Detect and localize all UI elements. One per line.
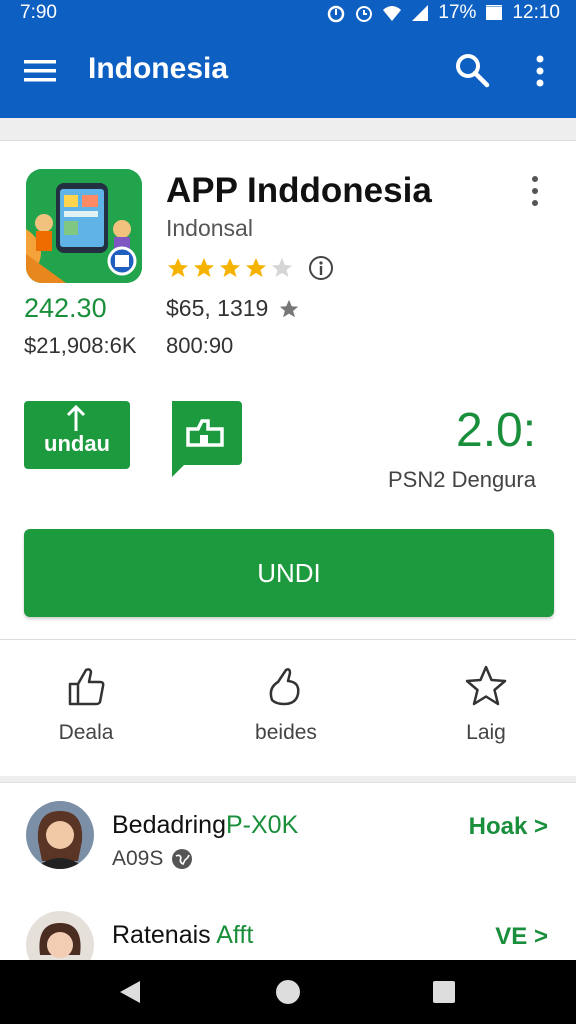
- list-item-title: Ratenais Afft: [112, 921, 253, 950]
- status-time-left: 7:90: [20, 2, 57, 23]
- battery-icon: [486, 5, 503, 20]
- list-item-action[interactable]: Hoak >: [469, 813, 548, 841]
- list-item-sub: A09S: [112, 847, 193, 871]
- list-item-title: BedadringP-X0K: [112, 811, 298, 840]
- avatar: [26, 911, 94, 960]
- rating-stars: [166, 253, 334, 283]
- app-card: APP Inddonesia Indonsal 242.30 $65, 1319…: [0, 140, 576, 640]
- status-bar: 7:90 17% 12:10: [0, 0, 576, 26]
- system-nav-bar: [0, 960, 576, 1024]
- back-icon[interactable]: [116, 978, 144, 1006]
- action-label: beides: [255, 721, 317, 744]
- wifi-icon: [383, 6, 402, 21]
- app-icon[interactable]: [26, 169, 142, 283]
- card-more-icon[interactable]: [526, 175, 544, 207]
- globe-icon: [172, 849, 193, 869]
- price-mid-text: $65, 1319: [166, 295, 269, 321]
- status-time: 12:10: [512, 2, 560, 23]
- more-vert-icon[interactable]: [528, 54, 552, 88]
- sub-mid-text: 800:90: [166, 333, 234, 358]
- action-deala[interactable]: Deala: [26, 664, 146, 745]
- list-item-action[interactable]: VE >: [495, 923, 548, 951]
- avatar: [26, 801, 94, 869]
- list-title-plain: Ratenais: [112, 921, 211, 949]
- info-icon[interactable]: [308, 255, 334, 281]
- undau-label: undau: [44, 431, 110, 456]
- rating-number: 2.0:: [456, 404, 537, 457]
- app-icon-graphic: [26, 169, 142, 283]
- star-filled-icon: [246, 258, 266, 277]
- action-laig[interactable]: Laig: [426, 664, 546, 745]
- star-filled-icon: [168, 258, 188, 277]
- review-list: BedadringP-X0K A09S Hoak > Ratenais Afft…: [0, 782, 576, 960]
- thumbs-up-outline-icon: [269, 668, 300, 706]
- star-filled-icon: [194, 258, 214, 277]
- star-empty-icon: [272, 258, 292, 277]
- action-beides[interactable]: beides: [226, 664, 346, 745]
- recents-icon[interactable]: [430, 978, 458, 1006]
- list-title-accent: P-X0K: [225, 811, 299, 839]
- price-green: 242.30: [24, 293, 107, 323]
- page-title: Indonesia: [88, 52, 229, 85]
- alarm-icon: [328, 5, 345, 23]
- rating-subtext: PSN2 Dengura: [388, 467, 536, 492]
- search-icon[interactable]: [454, 52, 490, 88]
- list-title-plain: Bedadring: [112, 811, 226, 839]
- price-mid: $65, 1319: [166, 295, 300, 322]
- list-title-accent: Afft: [216, 921, 254, 949]
- install-button[interactable]: UNDI: [24, 529, 554, 617]
- undau-button[interactable]: undau: [24, 401, 130, 469]
- signal-icon: [412, 5, 429, 21]
- status-icons: 17% 12:10: [326, 2, 560, 24]
- thumbs-up-outline-icon: [68, 668, 105, 706]
- star-filled-icon: [220, 258, 240, 277]
- action-label: Laig: [466, 721, 506, 744]
- developer-name[interactable]: Indonsal: [166, 215, 253, 242]
- sub-left-text: $21,908:6K: [24, 333, 137, 358]
- app-bar: Indonesia: [0, 26, 576, 118]
- list-item[interactable]: BedadringP-X0K A09S Hoak >: [0, 783, 576, 893]
- app-name: APP Inddonesia: [166, 171, 432, 210]
- action-label: Deala: [58, 721, 114, 744]
- list-item[interactable]: Ratenais Afft VE >: [0, 893, 576, 960]
- star-outline-icon: [465, 665, 507, 706]
- menu-icon[interactable]: [24, 58, 56, 84]
- list-sub-text: A09S: [112, 847, 164, 870]
- home-icon[interactable]: [274, 978, 302, 1006]
- app-chat-button[interactable]: [168, 401, 242, 477]
- clock-icon: [356, 6, 373, 22]
- upload-arrow-icon: [66, 405, 86, 431]
- star-icon: [280, 299, 299, 317]
- actions-row: Deala beides Laig: [0, 640, 576, 776]
- battery-percent: 17%: [438, 2, 477, 23]
